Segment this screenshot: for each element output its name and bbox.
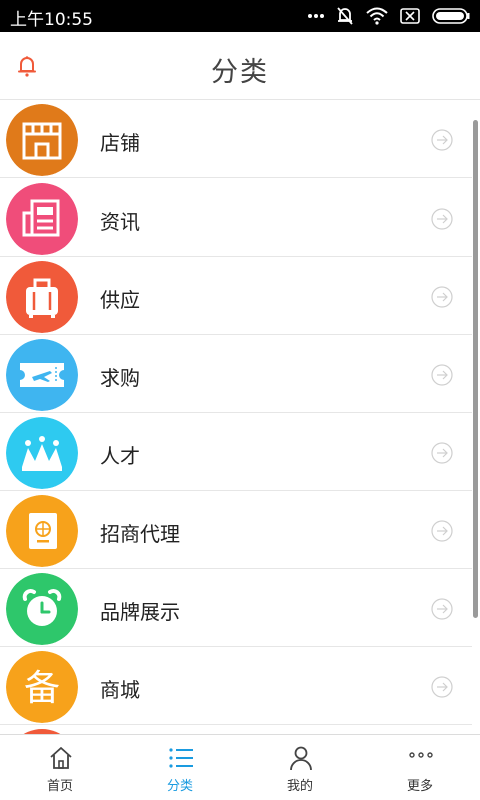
passport-icon (6, 495, 78, 567)
category-item-partial[interactable] (0, 725, 472, 734)
header: 分类 (0, 32, 480, 100)
battery-icon (432, 8, 470, 24)
suitcase-icon (6, 261, 78, 333)
category-icon-container (6, 573, 78, 645)
bottom-navigation: 首页 分类 我的 更多 (0, 734, 480, 800)
tab-category[interactable]: 分类 (120, 735, 240, 800)
category-item-talent[interactable]: 人才 (0, 413, 472, 491)
category-label: 求购 (100, 366, 140, 390)
category-item-news[interactable]: 资讯 (0, 179, 472, 257)
arrow-right-circle-icon (431, 208, 453, 230)
tab-label: 我的 (286, 779, 313, 794)
home-icon (50, 747, 72, 769)
category-icon-container (6, 417, 78, 489)
category-label: 招商代理 (100, 522, 180, 546)
tab-mine[interactable]: 我的 (240, 735, 360, 800)
bei-character-icon: 备 (6, 651, 78, 723)
status-bar: 上午10:55 (0, 0, 480, 32)
wifi-icon (366, 7, 388, 25)
more-dots-icon (409, 752, 433, 758)
scrollbar[interactable] (473, 120, 478, 618)
category-icon-container (6, 104, 78, 176)
category-icon-container (6, 183, 78, 255)
status-icons (308, 6, 470, 26)
storefront-icon (6, 104, 78, 176)
category-item-franchise[interactable]: 招商代理 (0, 491, 472, 569)
category-item-mall[interactable]: 备 商城 (0, 647, 472, 725)
newspaper-icon (6, 183, 78, 255)
category-label: 人才 (100, 444, 140, 468)
muted-bell-icon (337, 7, 353, 25)
tab-label: 更多 (406, 779, 433, 794)
arrow-right-circle-icon (431, 442, 453, 464)
list-icon (169, 748, 193, 768)
arrow-right-circle-icon (431, 676, 453, 698)
category-item-store[interactable]: 店铺 (0, 100, 472, 178)
svg-text:备: 备 (24, 668, 60, 709)
more-dots-icon (308, 14, 324, 18)
status-time: 上午10:55 (10, 10, 93, 30)
category-item-purchase[interactable]: 求购 (0, 335, 472, 413)
category-list: 店铺 资讯 供应 求购 人才 招商代理 品牌展示 备 商城 (0, 100, 480, 734)
category-label: 供应 (100, 288, 140, 312)
category-icon-container: 备 (6, 651, 78, 723)
arrow-right-circle-icon (431, 520, 453, 542)
tab-label: 分类 (166, 779, 193, 794)
category-item-supply[interactable]: 供应 (0, 257, 472, 335)
category-label: 资讯 (100, 210, 140, 234)
tab-home[interactable]: 首页 (0, 735, 120, 800)
category-label: 商城 (100, 678, 140, 702)
arrow-right-circle-icon (431, 598, 453, 620)
category-label: 品牌展示 (100, 600, 180, 624)
category-item-brand[interactable]: 品牌展示 (0, 569, 472, 647)
category-icon-container (6, 261, 78, 333)
arrow-right-circle-icon (431, 286, 453, 308)
crown-icon (6, 417, 78, 489)
tab-label: 首页 (46, 779, 73, 794)
page-title: 分类 (211, 57, 269, 88)
tab-more[interactable]: 更多 (360, 735, 480, 800)
user-icon (290, 746, 312, 771)
category-icon-container (6, 339, 78, 411)
no-sim-icon (400, 8, 420, 24)
arrow-right-circle-icon (431, 364, 453, 386)
category-icon-container (6, 495, 78, 567)
alarm-clock-icon (6, 573, 78, 645)
arrow-right-circle-icon (431, 129, 453, 151)
category-label: 店铺 (100, 131, 140, 155)
ticket-icon (6, 339, 78, 411)
